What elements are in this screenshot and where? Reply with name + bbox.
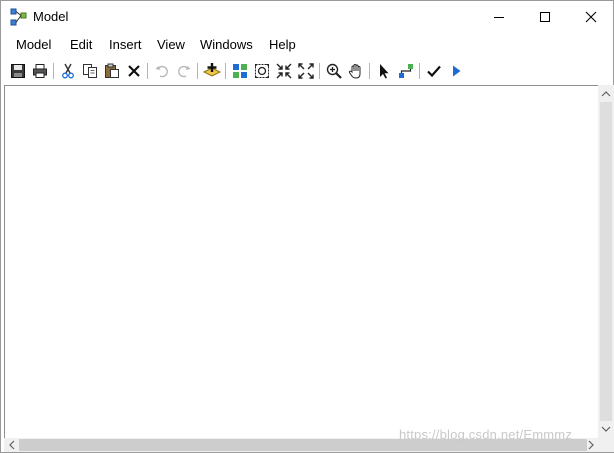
scroll-right-icon[interactable]: [587, 440, 595, 450]
title-bar[interactable]: Model: [1, 1, 613, 32]
select-icon: [376, 63, 392, 79]
minimize-icon: [493, 11, 505, 23]
toolbar: [1, 59, 613, 83]
validate-icon: [426, 63, 442, 79]
close-button[interactable]: [568, 1, 614, 32]
validate-button[interactable]: [424, 61, 444, 81]
minimize-button[interactable]: [476, 1, 522, 32]
toolbar-separator: [197, 63, 198, 79]
add-data-button[interactable]: [202, 61, 222, 81]
scrollbar-corner: [598, 438, 614, 452]
model-app-icon: [10, 8, 28, 26]
zoom-out-fixed-button[interactable]: [296, 61, 316, 81]
scroll-down-icon[interactable]: [601, 425, 611, 433]
cut-button[interactable]: [58, 61, 78, 81]
vertical-scrollbar[interactable]: [598, 85, 614, 438]
run-button[interactable]: [446, 61, 466, 81]
print-icon: [32, 63, 48, 79]
menu-bar: Model Edit Insert View Windows Help: [1, 34, 613, 56]
auto-layout-button[interactable]: [230, 61, 250, 81]
run-icon: [448, 63, 464, 79]
copy-button[interactable]: [80, 61, 100, 81]
vertical-scroll-thumb[interactable]: [600, 102, 612, 421]
delete-button[interactable]: [124, 61, 144, 81]
toolbar-separator: [225, 63, 226, 79]
save-icon: [10, 63, 26, 79]
pan-button[interactable]: [346, 61, 366, 81]
zoom-button[interactable]: [324, 61, 344, 81]
toolbar-separator: [319, 63, 320, 79]
zoom-in-fixed-button[interactable]: [274, 61, 294, 81]
connect-button[interactable]: [396, 61, 416, 81]
model-canvas[interactable]: [4, 85, 598, 438]
full-extent-button[interactable]: [252, 61, 272, 81]
window-title: Model: [33, 9, 69, 24]
menu-help[interactable]: Help: [267, 37, 298, 53]
zoom-icon: [326, 63, 342, 79]
scroll-up-icon[interactable]: [601, 89, 611, 97]
select-button[interactable]: [374, 61, 394, 81]
close-icon: [585, 11, 597, 23]
zoom-in-fixed-icon: [276, 63, 292, 79]
maximize-button[interactable]: [522, 1, 568, 32]
redo-button[interactable]: [174, 61, 194, 81]
menu-windows[interactable]: Windows: [198, 37, 255, 53]
paste-icon: [104, 63, 120, 79]
menu-edit[interactable]: Edit: [68, 37, 94, 53]
scroll-left-icon[interactable]: [7, 440, 15, 450]
menu-model[interactable]: Model: [14, 37, 53, 53]
zoom-out-fixed-icon: [298, 63, 314, 79]
delete-icon: [126, 63, 142, 79]
save-button[interactable]: [8, 61, 28, 81]
toolbar-separator: [419, 63, 420, 79]
full-extent-icon: [254, 63, 270, 79]
paste-button[interactable]: [102, 61, 122, 81]
menu-view[interactable]: View: [155, 37, 187, 53]
cut-icon: [60, 63, 76, 79]
redo-icon: [176, 63, 192, 79]
add-data-icon: [203, 62, 221, 80]
toolbar-separator: [369, 63, 370, 79]
toolbar-separator: [147, 63, 148, 79]
print-button[interactable]: [30, 61, 50, 81]
maximize-icon: [539, 11, 551, 23]
watermark-text: https://blog.csdn.net/Emmmz: [399, 427, 573, 442]
connect-icon: [398, 63, 414, 79]
model-window: Model Model Edit Insert View Windows Hel…: [0, 0, 614, 453]
auto-layout-icon: [232, 63, 248, 79]
copy-icon: [82, 63, 98, 79]
menu-insert[interactable]: Insert: [107, 37, 144, 53]
pan-icon: [348, 63, 364, 79]
toolbar-separator: [53, 63, 54, 79]
undo-button[interactable]: [152, 61, 172, 81]
undo-icon: [154, 63, 170, 79]
